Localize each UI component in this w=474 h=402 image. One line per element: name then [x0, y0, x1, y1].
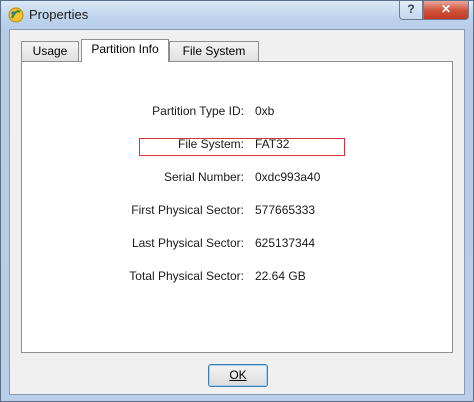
field-row-first-physical-sector: First Physical Sector: 577665333	[22, 203, 452, 219]
tab-usage[interactable]: Usage	[21, 41, 79, 61]
field-value: 0xdc993a40	[255, 170, 321, 184]
field-value: 22.64 GB	[255, 269, 306, 283]
tab-partition-info[interactable]: Partition Info	[81, 39, 169, 62]
field-label: Partition Type ID:	[152, 104, 244, 118]
field-label: Serial Number:	[163, 170, 244, 184]
app-icon	[8, 7, 24, 23]
field-row-partition-type-id: Partition Type ID: 0xb	[22, 104, 452, 120]
tab-file-system-info[interactable]: File System Info	[169, 41, 259, 77]
field-row-total-physical-sector: Total Physical Sector: 22.64 GB	[22, 269, 452, 285]
title-bar[interactable]: Properties ? ✕	[1, 1, 473, 29]
ok-button[interactable]: OK	[208, 364, 268, 387]
help-button[interactable]: ?	[399, 1, 423, 20]
serial-number-highlight-box	[139, 138, 345, 156]
window-title: Properties	[29, 7, 89, 22]
close-button[interactable]: ✕	[423, 1, 469, 20]
field-label: Last Physical Sector:	[131, 236, 244, 250]
partition-info-panel: Partition Type ID: 0xb File System: FAT3…	[21, 61, 453, 353]
ok-button-label: OK	[229, 368, 247, 382]
field-value: 577665333	[255, 203, 316, 217]
field-row-serial-number: Serial Number: 0xdc993a40	[22, 170, 452, 186]
properties-window: Properties ? ✕ Usage Partition Info File…	[0, 0, 474, 402]
field-value: 0xb	[255, 104, 275, 118]
field-label: Total Physical Sector:	[129, 269, 244, 283]
field-row-last-physical-sector: Last Physical Sector: 625137344	[22, 236, 452, 252]
field-label: First Physical Sector:	[131, 203, 244, 217]
field-value: 625137344	[255, 236, 316, 250]
dialog-client-area: Usage Partition Info File System Info Pa…	[9, 29, 465, 395]
